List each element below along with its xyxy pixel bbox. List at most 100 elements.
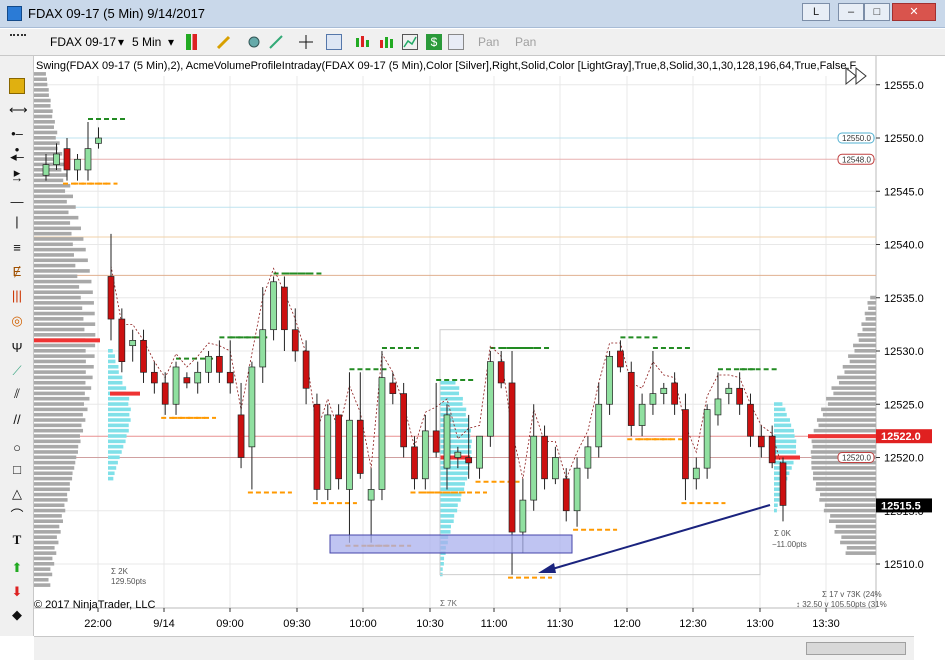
arrow-line-icon[interactable]: → (9, 170, 25, 186)
fib-circle-icon[interactable]: ◎ (9, 313, 25, 329)
stay-in-draw-icon[interactable] (246, 34, 262, 50)
maximize-button[interactable]: □ (864, 3, 890, 21)
drawing-tool-icon[interactable] (216, 34, 232, 50)
left-profile-bar-70 (34, 210, 69, 215)
mid-profile-b-bar-2 (440, 562, 444, 566)
candle-body-26 (324, 414, 332, 490)
horizontal-scrollbar[interactable] (34, 636, 914, 660)
candle-body-4 (84, 148, 92, 171)
candle-body-15 (205, 355, 212, 373)
horizontal-line-icon[interactable]: — (9, 194, 25, 210)
ellipse-icon[interactable]: ○ (9, 440, 25, 456)
templates-icon[interactable] (402, 34, 418, 50)
minimize-button[interactable]: – (838, 3, 864, 21)
line-icon[interactable]: •–• (9, 126, 25, 157)
right-profile-bar-16 (811, 466, 876, 470)
right-profile-bar-0 (845, 551, 876, 555)
arrow-up-icon[interactable]: ⬆ (9, 560, 25, 576)
left-profile-bar-60 (34, 263, 76, 268)
right-profile-bar-11 (820, 492, 876, 497)
right-profile-bar-25 (816, 418, 876, 422)
candle-body-56 (649, 393, 657, 405)
right-profile-bar-7 (830, 514, 876, 518)
x-tick-label-9: 12:30 (679, 618, 707, 630)
candle-body-27 (335, 414, 342, 480)
left-profile-bar-2 (34, 572, 53, 577)
candle-body-40 (476, 435, 483, 469)
pan-button-1[interactable]: Pan (478, 35, 499, 49)
link-button[interactable]: L (802, 3, 830, 21)
right-profile-bar-10 (819, 498, 876, 502)
candle-body-43 (508, 382, 516, 533)
left-profile-bar-51 (34, 311, 95, 316)
right-profile-bar-42 (862, 327, 876, 332)
vertical-line-icon[interactable]: | (9, 214, 25, 230)
crosshair-menu-icon[interactable] (10, 34, 26, 50)
pan-button-2[interactable]: Pan (515, 35, 536, 49)
snap-icon[interactable] (268, 34, 284, 50)
arc-icon[interactable]: ⌒ (9, 508, 25, 524)
scrollbar-thumb[interactable] (806, 642, 906, 655)
right-profile-bar-45 (864, 311, 876, 316)
chart-collapse-icon[interactable] (845, 66, 867, 86)
candle-body-28 (346, 419, 353, 490)
rectangle-icon[interactable]: □ (9, 462, 25, 478)
period-selector[interactable]: 5 Min (132, 35, 161, 49)
dollar-icon[interactable]: $ (426, 34, 442, 50)
right-profile-c-bar-0 (774, 508, 777, 513)
risk-reward-icon[interactable]: ⟷ (9, 102, 28, 118)
left-profile-bar-66 (34, 231, 72, 236)
indicators-icon[interactable] (354, 34, 370, 50)
poc-right (808, 434, 876, 439)
left-profile-bar-1 (34, 577, 49, 582)
instrument-dropdown-icon[interactable]: ▾ (118, 35, 124, 49)
volume-profiles (34, 72, 876, 587)
arrow-down-icon[interactable]: ⬇ (9, 584, 25, 600)
right-profile-bar-2 (840, 540, 876, 545)
andrews-pitchfork-icon[interactable]: Ψ (9, 340, 25, 356)
trend-channel-icon[interactable]: // (9, 412, 25, 428)
left-profile-bar-25 (34, 450, 78, 454)
triangle-icon[interactable]: △ (9, 486, 25, 502)
right-profile-bar-31 (831, 386, 876, 390)
left-profile-bar-29 (34, 428, 84, 433)
crosshair-icon[interactable] (298, 34, 314, 50)
fib-time-icon[interactable]: ||| (9, 288, 25, 304)
left-profile-bar-12 (34, 519, 63, 523)
properties-icon[interactable] (448, 34, 464, 50)
diamond-icon[interactable]: ◆ (9, 607, 25, 623)
channel-icon[interactable]: ≡ (9, 240, 25, 256)
ray-icon[interactable]: ◂–▸ (9, 149, 25, 180)
price-chart[interactable]: 12510.012515.012520.012525.012530.012535… (34, 56, 945, 636)
zoom-icon[interactable] (326, 34, 342, 50)
window-title: FDAX 09-17 (5 Min) 9/14/2017 (28, 6, 206, 21)
text-icon[interactable]: T (9, 532, 25, 548)
candle-body-63 (725, 387, 733, 394)
y-tick-label-3: 12525.0 (884, 399, 924, 411)
mid-profile-b-bar-12 (440, 508, 458, 513)
candle-body-68 (779, 462, 787, 506)
left-profile-bar-27 (34, 439, 81, 444)
candle-body-25 (313, 403, 321, 490)
right-profile-c-bar-17 (774, 418, 790, 422)
left-profile-bar-10 (34, 530, 61, 534)
mid-profile-b-bar-34 (440, 391, 460, 396)
left-profile-bar-13 (34, 514, 62, 518)
candle-body-22 (281, 286, 288, 331)
x-tick-label-0: 22:00 (84, 618, 112, 630)
mid-profile-b-bar-18 (440, 476, 468, 481)
gann-fan-icon[interactable]: ⟋ (9, 363, 25, 379)
ruler-icon[interactable] (9, 78, 25, 94)
left-profile-bar-90 (34, 104, 51, 108)
candle-body-3 (74, 158, 81, 171)
left-profile-bar-34 (34, 402, 84, 406)
period-dropdown-icon[interactable]: ▾ (168, 35, 174, 49)
right-profile-c-bar-12 (774, 444, 796, 449)
bar-type-icon[interactable] (186, 34, 202, 50)
strategies-icon[interactable] (378, 34, 394, 50)
close-button[interactable]: ✕ (892, 3, 936, 21)
instrument-selector[interactable]: FDAX 09-17 (50, 35, 116, 49)
regression-channel-icon[interactable]: ⫽ (9, 386, 25, 402)
fibonacci-icon[interactable]: Ɇ (9, 264, 25, 280)
left-profile-bar-48 (34, 327, 85, 332)
